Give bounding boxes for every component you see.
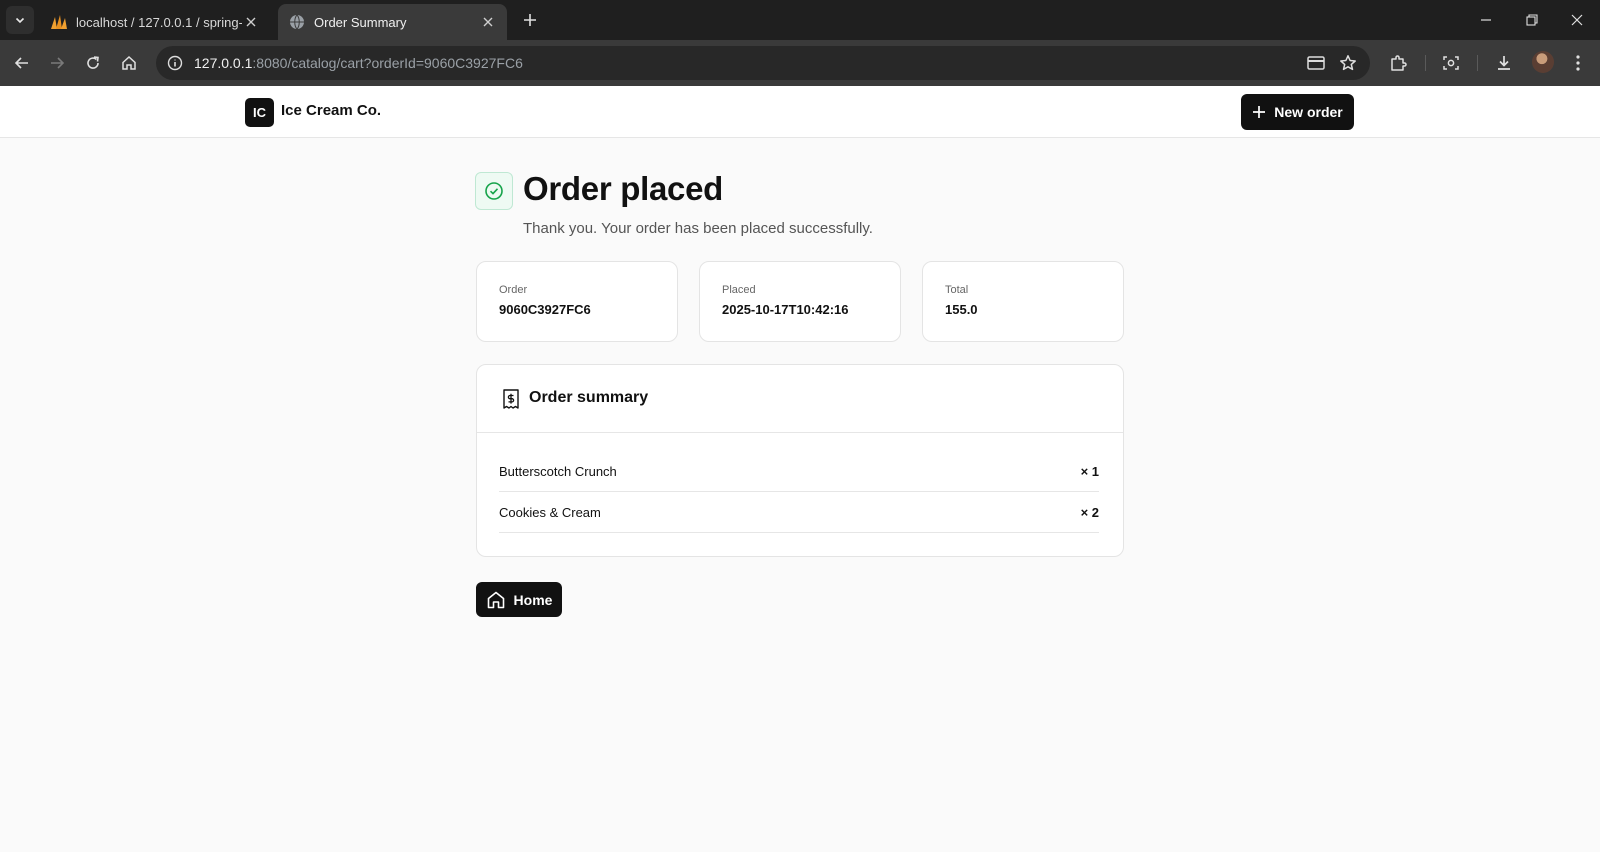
order-id-card: Order 9060C3927FC6 xyxy=(476,261,678,342)
reload-button[interactable] xyxy=(79,49,107,77)
reload-icon xyxy=(87,56,99,69)
brand-name[interactable]: Ice Cream Co. xyxy=(281,102,381,119)
browser-tab-phpmyadmin[interactable]: localhost / 127.0.0.1 / spring-ca xyxy=(40,4,270,40)
stat-label: Total xyxy=(945,284,969,296)
more-vertical-icon xyxy=(1576,55,1580,71)
site-info-icon[interactable] xyxy=(164,52,186,74)
page-content: IC Ice Cream Co. New order Order placed … xyxy=(0,86,1600,852)
screenshot-button[interactable] xyxy=(1437,49,1465,77)
close-window-button[interactable] xyxy=(1554,0,1600,40)
item-quantity: × 1 xyxy=(1080,464,1099,479)
home-icon xyxy=(122,55,136,70)
receipt-dollar-icon xyxy=(501,388,521,410)
total-card: Total 155.0 xyxy=(922,261,1124,342)
order-summary-card: Order summary Butterscotch Crunch × 1 Co… xyxy=(476,364,1124,557)
back-button[interactable] xyxy=(8,49,36,77)
new-order-button[interactable]: New order xyxy=(1241,94,1354,130)
item-name: Cookies & Cream xyxy=(499,505,601,520)
arrow-left-icon xyxy=(14,57,28,69)
item-name: Butterscotch Crunch xyxy=(499,464,617,479)
globe-icon xyxy=(288,13,306,31)
app-header: IC Ice Cream Co. New order xyxy=(0,86,1600,138)
restore-icon xyxy=(1526,14,1538,26)
stat-label: Order xyxy=(499,284,528,296)
home-browser-button[interactable] xyxy=(115,49,143,77)
home-button[interactable]: Home xyxy=(476,582,562,617)
placed-date-card: Placed 2025-10-17T10:42:16 xyxy=(699,261,901,342)
stat-value: 155.0 xyxy=(945,302,978,317)
minimize-button[interactable] xyxy=(1463,0,1509,40)
camera-icon xyxy=(1443,56,1459,70)
close-icon xyxy=(1571,14,1583,26)
extensions-button[interactable] xyxy=(1384,49,1412,77)
tab-title: Order Summary xyxy=(314,14,407,30)
confirmation-message: Thank you. Your order has been placed su… xyxy=(523,220,873,237)
star-icon[interactable] xyxy=(1336,51,1360,75)
order-item-row: Butterscotch Crunch × 1 xyxy=(499,452,1099,492)
forward-button[interactable] xyxy=(43,49,71,77)
puzzle-icon xyxy=(1391,55,1407,71)
phpmyadmin-icon xyxy=(50,13,68,31)
success-badge xyxy=(475,172,513,210)
address-bar[interactable]: 127.0.0.1:8080/catalog/cart?orderId=9060… xyxy=(156,46,1370,80)
plus-icon xyxy=(524,14,536,26)
order-item-row: Cookies & Cream × 2 xyxy=(499,493,1099,533)
plus-icon xyxy=(1253,106,1266,118)
order-summary-title: Order summary xyxy=(529,389,649,406)
close-tab-icon[interactable] xyxy=(479,13,497,31)
profile-avatar[interactable] xyxy=(1532,51,1554,73)
order-summary-header: Order summary xyxy=(477,365,1123,433)
downloads-button[interactable] xyxy=(1490,49,1518,77)
tab-title: localhost / 127.0.0.1 / spring-ca xyxy=(76,14,242,30)
stat-value: 2025-10-17T10:42:16 xyxy=(722,302,849,317)
restore-button[interactable] xyxy=(1509,0,1555,40)
logo[interactable]: IC xyxy=(245,98,274,127)
stat-value: 9060C3927FC6 xyxy=(499,302,591,317)
url-text: 127.0.0.1:8080/catalog/cart?orderId=9060… xyxy=(194,55,523,71)
item-quantity: × 2 xyxy=(1080,505,1099,520)
stat-label: Placed xyxy=(722,284,756,296)
chevron-down-icon xyxy=(15,17,25,24)
minimize-icon xyxy=(1481,19,1491,21)
home-icon xyxy=(487,591,504,608)
browser-tab-order-summary[interactable]: Order Summary xyxy=(278,4,507,40)
new-order-label: New order xyxy=(1274,104,1343,120)
close-tab-icon[interactable] xyxy=(242,13,260,31)
browser-tabstrip: localhost / 127.0.0.1 / spring-ca Order … xyxy=(0,0,1600,40)
card-icon[interactable] xyxy=(1304,51,1328,75)
toolbar-divider xyxy=(1425,55,1426,71)
check-circle-icon xyxy=(485,182,503,200)
browser-menu-button[interactable] xyxy=(1564,49,1592,77)
page-title: Order placed xyxy=(523,170,723,207)
toolbar-divider xyxy=(1477,55,1478,71)
browser-toolbar: 127.0.0.1:8080/catalog/cart?orderId=9060… xyxy=(0,40,1600,86)
arrow-right-icon xyxy=(51,57,65,69)
tab-search-button[interactable] xyxy=(6,6,34,34)
new-tab-button[interactable] xyxy=(518,8,542,32)
download-icon xyxy=(1498,56,1510,70)
home-label: Home xyxy=(513,591,553,608)
